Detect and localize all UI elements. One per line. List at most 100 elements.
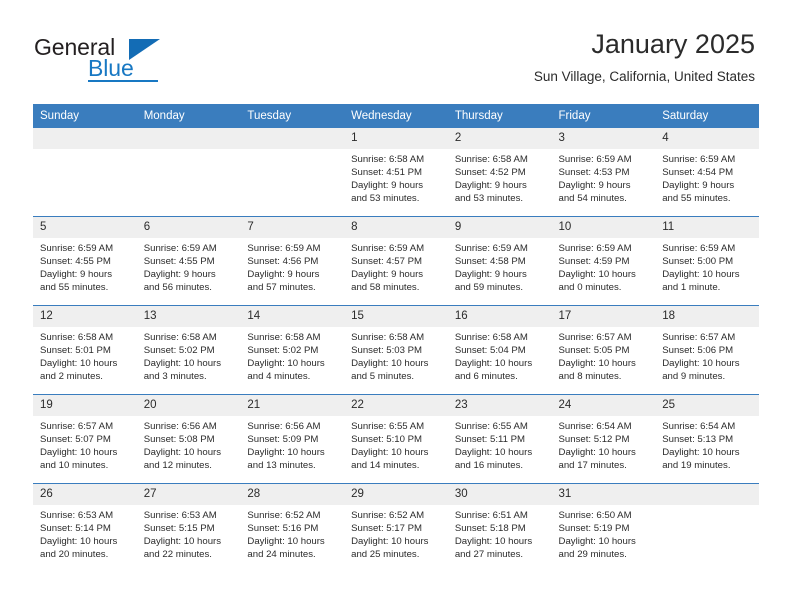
day-details: Sunrise: 6:51 AM Sunset: 5:18 PM Daylight:…	[448, 505, 552, 561]
calendar-day-cell[interactable]	[33, 127, 137, 216]
calendar-day-cell[interactable]: 13 Sunrise: 6:58 AM Sunset: 5:02 PM Dayligh…	[136, 305, 241, 394]
day-cell-6[interactable]: 6 Sunrise: 6:59 AM Sunset: 4:55 PM Daylight…	[136, 216, 241, 305]
day-number: 7	[240, 217, 345, 238]
detail-line: Sunrise: 6:56 AM	[143, 421, 217, 432]
day-cell-24[interactable]: 24 Sunrise: 6:54 AM Sunset: 5:12 PM Dayligh…	[551, 394, 656, 483]
day-cell-15[interactable]: 15 Sunrise: 6:58 AM Sunset: 5:03 PM Dayligh…	[344, 305, 448, 394]
day-cell-13[interactable]: 13 Sunrise: 6:58 AM Sunset: 5:02 PM Dayligh…	[136, 305, 241, 394]
detail-line: Sunset: 5:15 PM	[143, 523, 215, 535]
day-number: 1	[344, 128, 448, 149]
day-cell-30[interactable]: 30 Sunrise: 6:51 AM Sunset: 5:18 PM Dayligh…	[447, 483, 552, 572]
calendar-day-cell[interactable]: 14 Sunrise: 6:58 AM Sunset: 5:02 PM Dayligh…	[240, 305, 345, 394]
day-cell-3[interactable]: 3 Sunrise: 6:59 AM Sunset: 4:53 PM Daylight…	[551, 127, 656, 216]
detail-line: and 55 minutes.	[40, 282, 109, 294]
calendar-day-cell[interactable]: 9 Sunrise: 6:59 AM Sunset: 4:58 PM Daylight…	[447, 216, 552, 305]
day-cell-26[interactable]: 26 Sunrise: 6:53 AM Sunset: 5:14 PM Dayligh…	[33, 483, 137, 572]
detail-line: Sunset: 5:05 PM	[558, 345, 630, 357]
calendar-day-cell[interactable]: 3 Sunrise: 6:59 AM Sunset: 4:53 PM Daylight…	[551, 127, 656, 216]
calendar-day-cell[interactable]: 28 Sunrise: 6:52 AM Sunset: 5:16 PM Dayligh…	[240, 483, 345, 572]
day-cell-4[interactable]: 4 Sunrise: 6:59 AM Sunset: 4:54 PM Daylight…	[655, 127, 759, 216]
day-cell-25[interactable]: 25 Sunrise: 6:54 AM Sunset: 5:13 PM Dayligh…	[655, 394, 759, 483]
detail-line: Sunset: 5:09 PM	[247, 434, 319, 446]
detail-line: Daylight: 10 hours	[662, 358, 740, 370]
logo-underline	[88, 80, 158, 82]
detail-line: Daylight: 10 hours	[40, 447, 118, 459]
detail-line: and 9 minutes.	[662, 371, 726, 383]
day-cell-9[interactable]: 9 Sunrise: 6:59 AM Sunset: 4:58 PM Daylight…	[447, 216, 552, 305]
calendar-day-cell[interactable]: 23 Sunrise: 6:55 AM Sunset: 5:11 PM Dayligh…	[447, 394, 552, 483]
calendar-day-cell[interactable]	[655, 483, 759, 572]
general-blue-logo[interactable]: General Blue	[34, 34, 214, 86]
day-cell-22[interactable]: 22 Sunrise: 6:55 AM Sunset: 5:10 PM Dayligh…	[344, 394, 448, 483]
calendar-day-cell[interactable]: 22 Sunrise: 6:55 AM Sunset: 5:10 PM Dayligh…	[344, 394, 448, 483]
day-number: 3	[551, 128, 656, 149]
day-number: 11	[655, 217, 759, 238]
calendar-day-cell[interactable]: 4 Sunrise: 6:59 AM Sunset: 4:54 PM Daylight…	[655, 127, 759, 216]
detail-line: Daylight: 9 hours	[247, 269, 320, 281]
day-cell-19[interactable]: 19 Sunrise: 6:57 AM Sunset: 5:07 PM Dayligh…	[33, 394, 137, 483]
column-header-thursday: Thursday	[447, 104, 552, 127]
calendar-day-cell[interactable]: 12 Sunrise: 6:58 AM Sunset: 5:01 PM Dayligh…	[33, 305, 137, 394]
calendar-day-cell[interactable]: 17 Sunrise: 6:57 AM Sunset: 5:05 PM Dayligh…	[551, 305, 656, 394]
day-details: Sunrise: 6:59 AM Sunset: 4:54 PM Daylight:…	[655, 149, 759, 205]
calendar-day-cell[interactable]: 27 Sunrise: 6:53 AM Sunset: 5:15 PM Dayligh…	[136, 483, 241, 572]
detail-line: Sunset: 5:06 PM	[662, 345, 734, 357]
day-cell-17[interactable]: 17 Sunrise: 6:57 AM Sunset: 5:05 PM Dayligh…	[551, 305, 656, 394]
calendar-day-cell[interactable]: 11 Sunrise: 6:59 AM Sunset: 5:00 PM Dayligh…	[655, 216, 759, 305]
day-cell-29[interactable]: 29 Sunrise: 6:52 AM Sunset: 5:17 PM Dayligh…	[344, 483, 448, 572]
day-details: Sunrise: 6:58 AM Sunset: 5:01 PM Daylight:…	[33, 327, 137, 383]
detail-line: Daylight: 10 hours	[454, 536, 533, 548]
day-cell-20[interactable]: 20 Sunrise: 6:56 AM Sunset: 5:08 PM Dayligh…	[136, 394, 241, 483]
calendar-day-cell[interactable]: 29 Sunrise: 6:52 AM Sunset: 5:17 PM Dayligh…	[344, 483, 448, 572]
day-cell-23[interactable]: 23 Sunrise: 6:55 AM Sunset: 5:11 PM Dayligh…	[447, 394, 552, 483]
day-cell-8[interactable]: 8 Sunrise: 6:59 AM Sunset: 4:57 PM Daylight…	[344, 216, 448, 305]
calendar-day-cell[interactable]	[240, 127, 345, 216]
day-number: 25	[655, 395, 759, 416]
calendar-day-cell[interactable]: 26 Sunrise: 6:53 AM Sunset: 5:14 PM Dayligh…	[33, 483, 137, 572]
day-details: Sunrise: 6:58 AM Sunset: 4:51 PM Daylight:…	[344, 149, 448, 205]
day-cell-27[interactable]: 27 Sunrise: 6:53 AM Sunset: 5:15 PM Dayligh…	[136, 483, 241, 572]
day-cell-21[interactable]: 21 Sunrise: 6:56 AM Sunset: 5:09 PM Dayligh…	[240, 394, 345, 483]
detail-line: Sunset: 4:54 PM	[662, 167, 734, 179]
calendar-day-cell[interactable]: 2 Sunrise: 6:58 AM Sunset: 4:52 PM Daylight…	[447, 127, 552, 216]
day-cell-16[interactable]: 16 Sunrise: 6:58 AM Sunset: 5:04 PM Dayligh…	[447, 305, 552, 394]
calendar-day-cell[interactable]: 24 Sunrise: 6:54 AM Sunset: 5:12 PM Dayligh…	[551, 394, 656, 483]
calendar-day-cell[interactable]	[136, 127, 241, 216]
calendar-day-cell[interactable]: 20 Sunrise: 6:56 AM Sunset: 5:08 PM Dayligh…	[136, 394, 241, 483]
detail-line: Sunrise: 6:58 AM	[351, 154, 425, 165]
calendar-day-cell[interactable]: 10 Sunrise: 6:59 AM Sunset: 4:59 PM Dayligh…	[551, 216, 656, 305]
calendar-day-cell[interactable]: 15 Sunrise: 6:58 AM Sunset: 5:03 PM Dayligh…	[344, 305, 448, 394]
day-cell-31[interactable]: 31 Sunrise: 6:50 AM Sunset: 5:19 PM Dayligh…	[551, 483, 656, 572]
detail-line: Sunrise: 6:58 AM	[143, 332, 217, 343]
calendar-day-cell[interactable]: 31 Sunrise: 6:50 AM Sunset: 5:19 PM Dayligh…	[551, 483, 656, 572]
calendar-day-cell[interactable]: 7 Sunrise: 6:59 AM Sunset: 4:56 PM Daylight…	[240, 216, 345, 305]
calendar-day-cell[interactable]: 30 Sunrise: 6:51 AM Sunset: 5:18 PM Dayligh…	[447, 483, 552, 572]
day-cell-10[interactable]: 10 Sunrise: 6:59 AM Sunset: 4:59 PM Dayligh…	[551, 216, 656, 305]
calendar-day-cell[interactable]: 21 Sunrise: 6:56 AM Sunset: 5:09 PM Dayligh…	[240, 394, 345, 483]
day-cell-2[interactable]: 2 Sunrise: 6:58 AM Sunset: 4:52 PM Daylight…	[447, 127, 552, 216]
day-cell-14[interactable]: 14 Sunrise: 6:58 AM Sunset: 5:02 PM Dayligh…	[240, 305, 345, 394]
calendar-day-cell[interactable]: 1 Sunrise: 6:58 AM Sunset: 4:51 PM Daylight…	[344, 127, 448, 216]
detail-line: Sunrise: 6:50 AM	[558, 510, 632, 521]
calendar-day-cell[interactable]: 5 Sunrise: 6:59 AM Sunset: 4:55 PM Daylight…	[33, 216, 137, 305]
day-cell-18[interactable]: 18 Sunrise: 6:57 AM Sunset: 5:06 PM Dayligh…	[655, 305, 759, 394]
logo-text-blue: Blue	[88, 55, 134, 81]
calendar-day-cell[interactable]: 19 Sunrise: 6:57 AM Sunset: 5:07 PM Dayligh…	[33, 394, 137, 483]
day-number: 22	[344, 395, 448, 416]
calendar-day-cell[interactable]: 8 Sunrise: 6:59 AM Sunset: 4:57 PM Daylight…	[344, 216, 448, 305]
day-cell-11[interactable]: 11 Sunrise: 6:59 AM Sunset: 5:00 PM Dayligh…	[655, 216, 759, 305]
day-cell-12[interactable]: 12 Sunrise: 6:58 AM Sunset: 5:01 PM Dayligh…	[33, 305, 137, 394]
day-cell-7[interactable]: 7 Sunrise: 6:59 AM Sunset: 4:56 PM Daylight…	[240, 216, 345, 305]
calendar-day-cell[interactable]: 6 Sunrise: 6:59 AM Sunset: 4:55 PM Daylight…	[136, 216, 241, 305]
calendar-day-cell[interactable]: 18 Sunrise: 6:57 AM Sunset: 5:06 PM Dayligh…	[655, 305, 759, 394]
day-cell-28[interactable]: 28 Sunrise: 6:52 AM Sunset: 5:16 PM Dayligh…	[240, 483, 345, 572]
day-cell-5[interactable]: 5 Sunrise: 6:59 AM Sunset: 4:55 PM Daylight…	[33, 216, 137, 305]
detail-line: and 0 minutes.	[558, 282, 622, 294]
calendar-week-row: 19 Sunrise: 6:57 AM Sunset: 5:07 PM Dayligh…	[33, 394, 759, 483]
day-number: 31	[551, 484, 656, 505]
calendar-day-cell[interactable]: 16 Sunrise: 6:58 AM Sunset: 5:04 PM Dayligh…	[447, 305, 552, 394]
detail-line: Sunrise: 6:58 AM	[454, 332, 528, 343]
detail-line: Sunset: 4:53 PM	[558, 167, 630, 179]
calendar-day-cell[interactable]: 25 Sunrise: 6:54 AM Sunset: 5:13 PM Dayligh…	[655, 394, 759, 483]
day-cell-1[interactable]: 1 Sunrise: 6:58 AM Sunset: 4:51 PM Daylight…	[344, 127, 448, 216]
